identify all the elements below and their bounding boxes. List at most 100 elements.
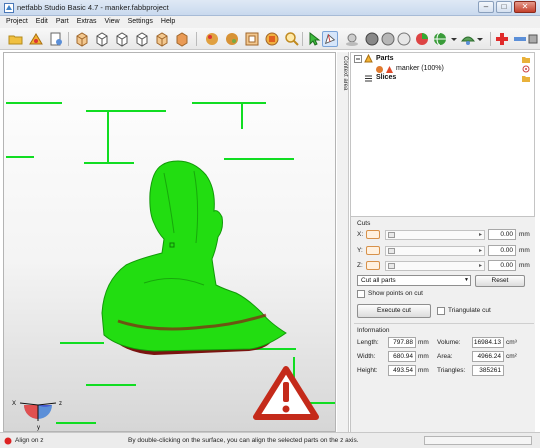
divider bbox=[354, 323, 534, 324]
cut-x-field[interactable]: 0.00 bbox=[488, 229, 516, 240]
menu-settings[interactable]: Settings bbox=[128, 16, 153, 28]
cut-y-toggle[interactable] bbox=[366, 246, 380, 255]
toolbar-separator bbox=[490, 32, 491, 46]
3d-model-bust bbox=[101, 160, 287, 352]
pointer-icon[interactable] bbox=[322, 31, 338, 47]
view-bottom-icon[interactable] bbox=[174, 31, 190, 47]
axis-label-y: y bbox=[37, 425, 40, 431]
view-front-icon[interactable] bbox=[74, 31, 90, 47]
close-button[interactable]: ✕ bbox=[514, 1, 536, 13]
execute-cut-button[interactable]: Execute cut bbox=[357, 304, 431, 318]
context-area-label: Context area bbox=[342, 56, 348, 91]
length-unit: mm bbox=[418, 339, 429, 346]
cut-y-field[interactable]: 0.00 bbox=[488, 245, 516, 256]
view-top-icon[interactable] bbox=[154, 31, 170, 47]
target-icon[interactable] bbox=[522, 65, 530, 73]
settings-icon[interactable] bbox=[528, 31, 538, 47]
texture-icon[interactable] bbox=[380, 31, 396, 47]
cuts-heading: Cuts bbox=[357, 220, 371, 227]
menu-help[interactable]: Help bbox=[161, 16, 175, 28]
status-mode: Align on z bbox=[15, 437, 44, 444]
shading-icon[interactable] bbox=[344, 31, 360, 47]
height-label: Height: bbox=[357, 367, 378, 374]
add-part-icon[interactable] bbox=[28, 31, 44, 47]
3d-viewport[interactable]: X y z bbox=[3, 52, 336, 432]
axes-gizmo bbox=[19, 402, 57, 421]
toolbar bbox=[0, 28, 540, 50]
color-sphere-icon[interactable] bbox=[414, 31, 430, 47]
status-indicator-icon bbox=[4, 437, 12, 445]
cut-mode-select[interactable]: Cut all parts ▼ bbox=[357, 275, 471, 286]
tree-parts-label[interactable]: Parts bbox=[376, 54, 394, 64]
chevron-down-icon: ▼ bbox=[464, 277, 469, 283]
minimize-button[interactable]: – bbox=[478, 1, 494, 13]
cut-x-toggle[interactable] bbox=[366, 230, 380, 239]
context-area-tab[interactable]: Context area bbox=[337, 52, 349, 432]
tree-part-item[interactable]: manker (100%) bbox=[396, 64, 444, 74]
information-heading: Information bbox=[357, 327, 390, 334]
cut-z-toggle[interactable] bbox=[366, 261, 380, 270]
view-right-icon[interactable] bbox=[134, 31, 150, 47]
cut-mode-value: Cut all parts bbox=[361, 277, 396, 284]
chevron-down-icon[interactable] bbox=[450, 31, 458, 47]
open-folder-icon[interactable] bbox=[8, 31, 24, 47]
width-unit: mm bbox=[418, 353, 429, 360]
window-title: netfabb Studio Basic 4.7 - manker.fabbpr… bbox=[17, 3, 169, 12]
add-icon[interactable] bbox=[494, 31, 510, 47]
triangulate-label: Triangulate cut bbox=[448, 307, 491, 314]
maximize-button[interactable]: □ bbox=[496, 1, 512, 13]
repair-icon[interactable] bbox=[204, 31, 220, 47]
cut-z-slider[interactable]: ▸ bbox=[385, 261, 485, 271]
zoom-icon[interactable] bbox=[284, 31, 300, 47]
menu-view[interactable]: View bbox=[105, 16, 120, 28]
measure-icon[interactable] bbox=[224, 31, 240, 47]
cut-x-unit: mm bbox=[519, 231, 530, 238]
triangulate-checkbox[interactable] bbox=[437, 307, 445, 315]
collapse-icon[interactable] bbox=[354, 55, 362, 63]
folder-icon[interactable] bbox=[522, 74, 530, 82]
new-project-icon[interactable] bbox=[48, 31, 64, 47]
tree-slices-label[interactable]: Slices bbox=[376, 73, 396, 83]
menu-extras[interactable]: Extras bbox=[77, 16, 97, 28]
select-arrow-icon[interactable] bbox=[306, 31, 322, 47]
show-points-checkbox[interactable] bbox=[357, 290, 365, 298]
axis-label-z: z bbox=[59, 401, 62, 407]
toolbar-separator bbox=[302, 32, 303, 46]
show-points-label: Show points on cut bbox=[368, 290, 423, 297]
slice-icon[interactable] bbox=[244, 31, 260, 47]
view-left-icon[interactable] bbox=[114, 31, 130, 47]
cut-z-field[interactable]: 0.00 bbox=[488, 260, 516, 271]
palette-icon[interactable] bbox=[460, 31, 476, 47]
menu-project[interactable]: Project bbox=[6, 16, 28, 28]
triangles-label: Triangles: bbox=[437, 367, 466, 374]
cut-y-slider[interactable]: ▸ bbox=[385, 246, 485, 256]
solid-icon[interactable] bbox=[364, 31, 380, 47]
toolbar-separator bbox=[68, 32, 69, 46]
cut-y-unit: mm bbox=[519, 247, 530, 254]
status-bar: Align on z By double-clicking on the sur… bbox=[0, 432, 540, 448]
cut-x-slider[interactable]: ▸ bbox=[385, 230, 485, 240]
status-message: By double-clicking on the surface, you c… bbox=[128, 437, 359, 444]
cut-y-label: Y: bbox=[357, 247, 363, 254]
remove-icon[interactable] bbox=[512, 31, 528, 47]
cut-z-unit: mm bbox=[519, 262, 530, 269]
parts-icon bbox=[364, 54, 373, 63]
reset-button[interactable]: Reset bbox=[475, 275, 525, 287]
folder-icon[interactable] bbox=[522, 55, 530, 63]
wire-icon[interactable] bbox=[396, 31, 412, 47]
warning-icon bbox=[253, 366, 319, 420]
area-label: Area: bbox=[437, 353, 453, 360]
volume-value: 16984.13 bbox=[472, 337, 504, 348]
area-value: 4966.24 bbox=[472, 351, 504, 362]
menu-edit[interactable]: Edit bbox=[36, 16, 48, 28]
parts-tree: Parts manker (100%) Slices bbox=[350, 52, 535, 217]
globe-icon[interactable] bbox=[432, 31, 448, 47]
view-back-icon[interactable] bbox=[94, 31, 110, 47]
menu-part[interactable]: Part bbox=[56, 16, 69, 28]
chevron-down-icon[interactable] bbox=[476, 31, 484, 47]
volume-unit: cm³ bbox=[506, 339, 517, 346]
scene-canvas[interactable]: X y z bbox=[4, 53, 336, 432]
analysis-icon[interactable] bbox=[264, 31, 280, 47]
menu-bar: Project Edit Part Extras View Settings H… bbox=[0, 16, 540, 28]
length-label: Length: bbox=[357, 339, 379, 346]
